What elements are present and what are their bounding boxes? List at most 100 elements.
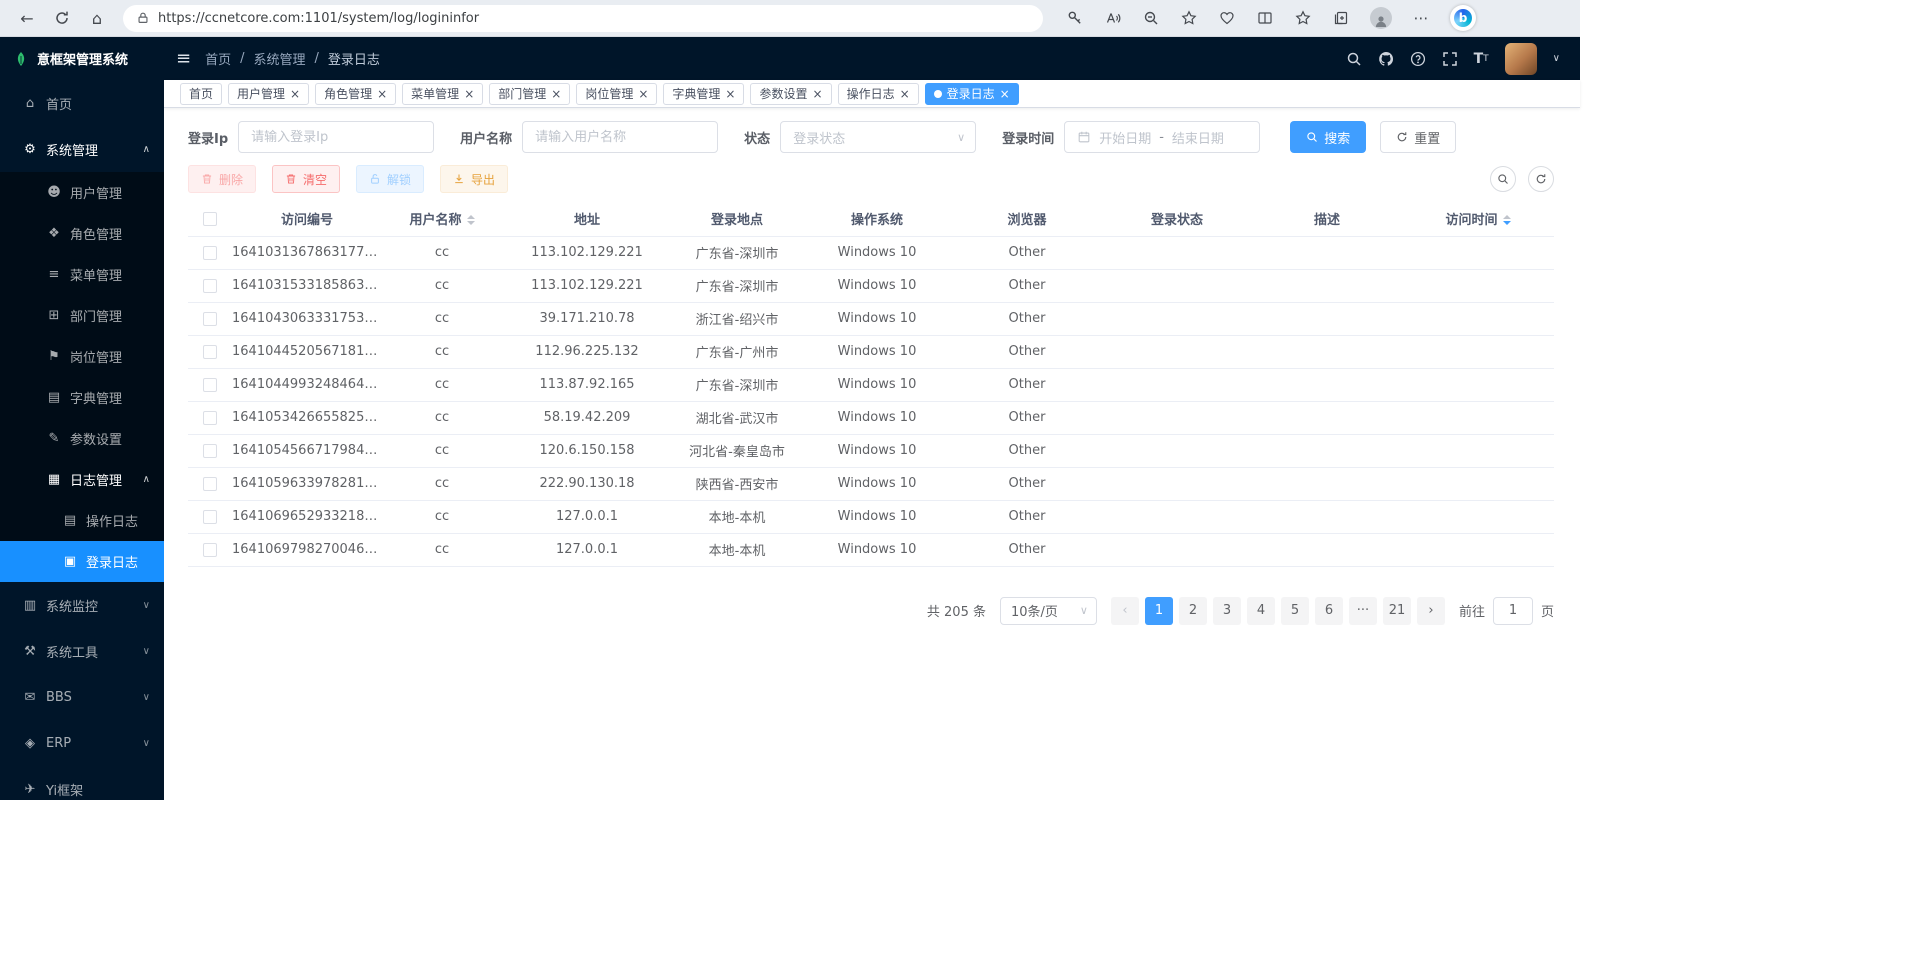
back-icon[interactable]: ←: [14, 5, 40, 31]
tab[interactable]: 登录日志 ×: [925, 83, 1019, 105]
sidebar-item[interactable]: ⚙ 系统管理 ∧: [0, 126, 164, 172]
sort-carets[interactable]: [467, 211, 475, 229]
page-button[interactable]: 21: [1383, 597, 1411, 625]
page-button[interactable]: 4: [1247, 597, 1275, 625]
col-visit-time[interactable]: 访问时间: [1402, 202, 1554, 236]
tab[interactable]: 角色管理 ×: [315, 83, 396, 105]
sidebar-item[interactable]: ✈ Yi框架: [0, 766, 164, 800]
browser-profile-avatar[interactable]: [1370, 7, 1392, 29]
status-select[interactable]: 登录状态 ∨: [780, 121, 976, 153]
page-button[interactable]: 5: [1281, 597, 1309, 625]
lock-icon[interactable]: [136, 11, 150, 25]
toggle-search-button[interactable]: [1490, 166, 1516, 192]
close-icon[interactable]: ×: [725, 88, 735, 100]
sidebar-item[interactable]: ✎ 参数设置: [0, 418, 164, 459]
sidebar-item[interactable]: ⊞ 部门管理: [0, 295, 164, 336]
copilot-icon[interactable]: b: [1450, 5, 1476, 31]
refresh-table-button[interactable]: [1528, 166, 1554, 192]
sidebar-item[interactable]: ▤ 字典管理: [0, 377, 164, 418]
page-button[interactable]: 2: [1179, 597, 1207, 625]
refresh-icon[interactable]: [49, 5, 75, 31]
sort-carets[interactable]: [1503, 211, 1511, 229]
breadcrumb-item-home[interactable]: 首页: [205, 49, 231, 68]
tab[interactable]: 部门管理 ×: [489, 83, 570, 105]
help-icon[interactable]: [1410, 51, 1426, 67]
close-icon[interactable]: ×: [377, 88, 387, 100]
search-icon[interactable]: [1346, 51, 1362, 67]
page-button[interactable]: 6: [1315, 597, 1343, 625]
close-icon[interactable]: ×: [900, 88, 910, 100]
close-icon[interactable]: ×: [1000, 88, 1010, 100]
sidebar-item[interactable]: ▤ 操作日志: [0, 500, 164, 541]
sidebar-item[interactable]: ▣ 登录日志: [0, 541, 164, 582]
next-page-button[interactable]: ›: [1417, 597, 1445, 625]
close-icon[interactable]: ×: [638, 88, 648, 100]
clear-button[interactable]: 清空: [272, 165, 340, 193]
sidebar-item[interactable]: ▦ 日志管理 ∧: [0, 459, 164, 500]
page-button[interactable]: ···: [1349, 597, 1377, 625]
collapse-sidebar-icon[interactable]: ≡: [176, 48, 191, 69]
row-checkbox[interactable]: [203, 411, 217, 425]
export-button[interactable]: 导出: [440, 165, 508, 193]
zoom-out-icon[interactable]: [1142, 9, 1160, 27]
tab[interactable]: 字典管理 ×: [663, 83, 744, 105]
delete-button[interactable]: 删除: [188, 165, 256, 193]
sidebar-item[interactable]: ▥ 系统监控 ∨: [0, 582, 164, 628]
caret-down-icon[interactable]: ∨: [1553, 53, 1560, 64]
read-aloud-icon[interactable]: [1104, 9, 1122, 27]
date-range-picker[interactable]: 开始日期 - 结束日期: [1064, 121, 1260, 153]
end-date-placeholder[interactable]: 结束日期: [1172, 128, 1224, 147]
start-date-placeholder[interactable]: 开始日期: [1099, 128, 1151, 147]
close-icon[interactable]: ×: [551, 88, 561, 100]
sidebar-item[interactable]: ⚑ 岗位管理: [0, 336, 164, 377]
close-icon[interactable]: ×: [813, 88, 823, 100]
reset-button[interactable]: 重置: [1380, 121, 1456, 153]
url-text[interactable]: https://ccnetcore.com:1101/system/log/lo…: [158, 11, 479, 26]
fullscreen-icon[interactable]: [1442, 51, 1458, 67]
sidebar-item[interactable]: ❖ 角色管理: [0, 213, 164, 254]
select-all-checkbox[interactable]: [203, 212, 217, 226]
close-icon[interactable]: ×: [464, 88, 474, 100]
row-checkbox[interactable]: [203, 312, 217, 326]
tab[interactable]: 岗位管理 ×: [576, 83, 657, 105]
page-size-select[interactable]: 10条/页 ∨: [1000, 597, 1097, 625]
collections-icon[interactable]: [1332, 9, 1350, 27]
row-checkbox[interactable]: [203, 378, 217, 392]
browser-essentials-icon[interactable]: [1218, 9, 1236, 27]
sidebar-item[interactable]: ⚒ 系统工具 ∨: [0, 628, 164, 674]
login-ip-input[interactable]: [238, 121, 434, 153]
row-checkbox[interactable]: [203, 279, 217, 293]
more-menu-icon[interactable]: ⋯: [1412, 9, 1430, 27]
row-checkbox[interactable]: [203, 477, 217, 491]
user-name-input[interactable]: [522, 121, 718, 153]
user-avatar[interactable]: [1505, 43, 1537, 75]
split-screen-icon[interactable]: [1256, 9, 1274, 27]
app-logo[interactable]: 意框架管理系统: [0, 37, 164, 80]
sidebar-item[interactable]: ☻ 用户管理: [0, 172, 164, 213]
row-checkbox[interactable]: [203, 444, 217, 458]
sidebar-item[interactable]: ⌂ 首页: [0, 80, 164, 126]
tab[interactable]: 菜单管理 ×: [402, 83, 483, 105]
home-icon[interactable]: ⌂: [84, 5, 110, 31]
tab[interactable]: 首页 ×: [180, 83, 222, 105]
goto-page-input[interactable]: [1493, 597, 1533, 625]
sidebar-item[interactable]: ≡ 菜单管理: [0, 254, 164, 295]
sidebar-item[interactable]: ✉ BBS ∨: [0, 674, 164, 720]
favorites-bar-icon[interactable]: [1294, 9, 1312, 27]
password-key-icon[interactable]: [1066, 9, 1084, 27]
close-icon[interactable]: ×: [290, 88, 300, 100]
breadcrumb-item-system[interactable]: 系统管理: [254, 49, 306, 68]
font-size-icon[interactable]: TT: [1474, 51, 1489, 67]
row-checkbox[interactable]: [203, 543, 217, 557]
github-icon[interactable]: [1378, 51, 1394, 67]
sidebar-item[interactable]: ◈ ERP ∨: [0, 720, 164, 766]
col-user-name[interactable]: 用户名称: [382, 202, 502, 236]
unlock-button[interactable]: 解锁: [356, 165, 424, 193]
tab[interactable]: 参数设置 ×: [750, 83, 831, 105]
row-checkbox[interactable]: [203, 345, 217, 359]
page-button[interactable]: 3: [1213, 597, 1241, 625]
address-bar[interactable]: https://ccnetcore.com:1101/system/log/lo…: [123, 5, 1043, 32]
favorites-add-icon[interactable]: [1180, 9, 1198, 27]
search-button[interactable]: 搜索: [1290, 121, 1366, 153]
page-button[interactable]: 1: [1145, 597, 1173, 625]
